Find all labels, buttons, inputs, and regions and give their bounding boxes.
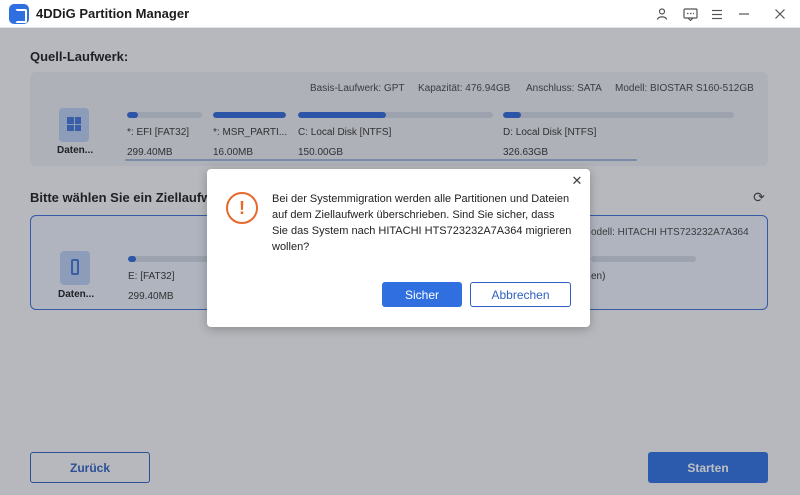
menu-icon[interactable] bbox=[707, 4, 727, 24]
dialog-message: Bei der Systemmigration werden alle Part… bbox=[272, 193, 572, 253]
user-icon[interactable] bbox=[652, 4, 672, 24]
confirm-dialog: ✕ ! Bei der Systemmigration werden alle … bbox=[207, 169, 590, 327]
title-bar: 4DDiG Partition Manager bbox=[0, 0, 800, 28]
dialog-close-icon[interactable]: ✕ bbox=[570, 174, 584, 188]
app-logo-icon bbox=[9, 4, 29, 24]
cancel-button[interactable]: Abbrechen bbox=[470, 282, 571, 307]
confirm-button[interactable]: Sicher bbox=[382, 282, 462, 307]
feedback-icon[interactable] bbox=[680, 4, 700, 24]
close-icon[interactable] bbox=[770, 4, 790, 24]
minimize-icon[interactable] bbox=[734, 4, 754, 24]
app-title: 4DDiG Partition Manager bbox=[36, 6, 190, 21]
warning-icon: ! bbox=[226, 192, 258, 224]
